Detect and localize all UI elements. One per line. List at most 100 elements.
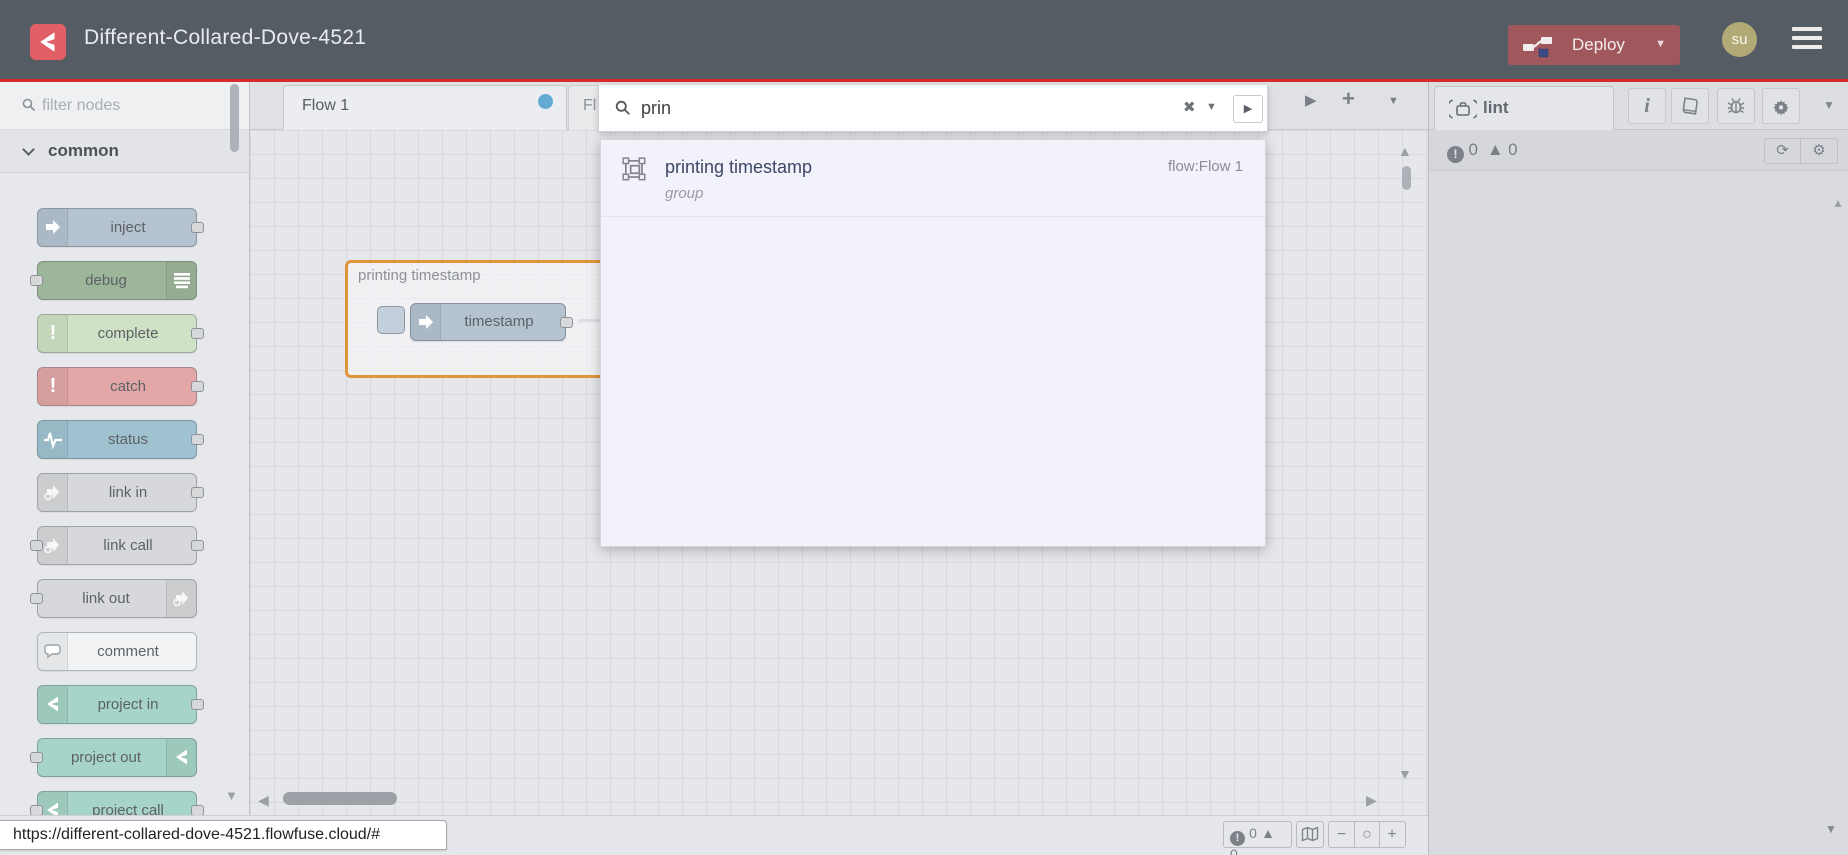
sidebar-tab-bar: lint i ▼	[1429, 82, 1848, 130]
flowfuse-logo-icon	[166, 739, 196, 776]
palette-category-common[interactable]: common	[0, 131, 249, 173]
palette-filter	[0, 82, 249, 130]
clear-search-icon[interactable]: ✖	[1183, 98, 1196, 116]
palette-scroll-down-icon[interactable]: ▼	[225, 788, 238, 803]
warning-icon: ▲	[1486, 140, 1504, 159]
palette-node-link-call[interactable]: link call	[30, 526, 204, 565]
sidebar-tab-help[interactable]	[1671, 88, 1709, 124]
palette-node-label: link call	[103, 537, 153, 554]
node-port-left	[30, 752, 43, 763]
user-avatar[interactable]: su	[1722, 22, 1757, 57]
flowfuse-logo-icon[interactable]	[30, 24, 66, 60]
node-port-right	[191, 328, 204, 339]
palette-node-label: status	[107, 431, 149, 448]
zoom-controls: − ○ +	[1328, 821, 1406, 848]
inject-trigger-button[interactable]	[377, 306, 405, 334]
lint-toolbar: ! 0 ▲ 0 ⟳ ⚙	[1429, 131, 1848, 171]
palette-scrollbar-thumb[interactable]	[230, 84, 239, 152]
palette-node-link-out[interactable]: link out	[30, 579, 197, 618]
canvas-vscrollbar-thumb[interactable]	[1402, 166, 1411, 190]
inject-arrow-icon	[38, 209, 68, 246]
navigator-toggle[interactable]	[1296, 821, 1324, 848]
sidebar: lint i ▼ ! 0 ▲ 0 ⟳ ⚙ ▲ ▼	[1429, 82, 1848, 855]
tab-flow-1-label: Flow 1	[302, 97, 350, 114]
deploy-button[interactable]: Deploy ▼	[1508, 25, 1680, 65]
node-port-output[interactable]	[560, 317, 573, 328]
canvas-hscrollbar-thumb[interactable]	[283, 792, 397, 805]
tab-scroll-right-icon[interactable]: ▶	[1305, 91, 1317, 109]
canvas-scroll-left-icon[interactable]: ◀	[258, 792, 269, 809]
result-title: printing timestamp	[665, 157, 813, 177]
palette-node-debug[interactable]: debug	[30, 261, 197, 300]
palette-node-complete[interactable]: ! complete	[37, 314, 204, 353]
palette-node-label: complete	[97, 325, 159, 342]
palette-node-label: link in	[108, 484, 148, 501]
status-url: https://different-collared-dove-4521.flo…	[13, 826, 381, 843]
canvas-scroll-up-icon[interactable]: ▲	[1398, 143, 1412, 159]
search-result-row[interactable]: printing timestamp group flow:Flow 1	[601, 140, 1265, 217]
sidebar-tab-info[interactable]: i	[1628, 88, 1666, 124]
main-menu-icon[interactable]	[1792, 27, 1822, 53]
canvas-node-inject-timestamp[interactable]: timestamp	[410, 303, 573, 341]
palette-divider[interactable]	[249, 82, 250, 815]
unsaved-changes-dot	[538, 94, 553, 109]
palette-node-project-out[interactable]: project out	[30, 738, 197, 777]
palette-node-inject[interactable]: inject	[37, 208, 204, 247]
sidebar-tabs-caret-icon[interactable]: ▼	[1823, 98, 1835, 112]
sidebar-tab-debug[interactable]	[1717, 88, 1755, 124]
node-port-left	[30, 540, 43, 551]
link-arrow-icon	[166, 580, 196, 617]
warning-icon: ▲	[1261, 825, 1275, 841]
browser-status-tooltip: https://different-collared-dove-4521.flo…	[0, 820, 447, 850]
sidebar-scroll-up-icon[interactable]: ▲	[1832, 196, 1844, 210]
palette-node-status[interactable]: status	[37, 420, 204, 459]
lint-counts: ! 0 ▲ 0	[1447, 140, 1518, 163]
sidebar-tab-lint[interactable]: lint	[1434, 86, 1614, 130]
palette-node-project-in[interactable]: project in	[37, 685, 204, 724]
search-expand-button[interactable]: ▶	[1233, 95, 1263, 123]
comment-bubble-icon	[38, 633, 68, 670]
node-port-right	[191, 540, 204, 551]
tab-flow-1[interactable]: Flow 1	[283, 85, 567, 130]
footer-notification-counts[interactable]: ! 0 ▲ 0	[1223, 821, 1292, 855]
info-icon: i	[1644, 95, 1650, 117]
deploy-caret-icon[interactable]: ▼	[1655, 38, 1666, 50]
exclamation-icon: !	[38, 315, 68, 352]
palette-node-catch[interactable]: ! catch	[37, 367, 204, 406]
flow-list-caret-icon[interactable]: ▼	[1388, 95, 1399, 107]
zoom-in-icon[interactable]: +	[1379, 822, 1404, 847]
header-underline	[0, 79, 1848, 82]
node-port-right	[191, 222, 204, 233]
canvas-scroll-down-icon[interactable]: ▼	[1398, 766, 1412, 782]
refresh-icon[interactable]: ⟳	[1765, 139, 1801, 163]
search-results-panel: printing timestamp group flow:Flow 1	[600, 139, 1266, 547]
palette: common inject debug! complete ! catch status l…	[0, 82, 249, 830]
lint-settings-gear-icon[interactable]: ⚙	[1801, 139, 1837, 163]
lint-tab-label: lint	[1483, 98, 1509, 117]
node-port-right	[191, 381, 204, 392]
add-flow-icon[interactable]: +	[1342, 86, 1355, 112]
result-location: flow:Flow 1	[1167, 158, 1243, 175]
tab-flow-2-label: Fl	[583, 97, 597, 114]
zoom-reset-icon[interactable]: ○	[1354, 822, 1379, 847]
palette-node-link-in[interactable]: link in	[37, 473, 204, 512]
instance-title: Different-Collared-Dove-4521	[84, 26, 367, 49]
gear-icon	[1773, 100, 1789, 116]
canvas-scroll-right-icon[interactable]: ▶	[1366, 792, 1377, 809]
palette-node-comment[interactable]: comment	[37, 632, 197, 671]
debug-list-icon	[166, 262, 196, 299]
pulse-icon	[38, 421, 68, 458]
error-count-icon: !	[1230, 831, 1245, 846]
sidebar-footer-caret-icon[interactable]: ▼	[1825, 822, 1837, 836]
lint-warning-count: 0	[1508, 140, 1518, 159]
zoom-out-icon[interactable]: −	[1329, 822, 1354, 847]
palette-node-label: project in	[97, 696, 159, 713]
inject-arrow-icon	[411, 304, 441, 340]
sidebar-tab-config[interactable]	[1762, 88, 1800, 124]
filter-nodes-input[interactable]	[40, 92, 230, 120]
search-options-caret-icon[interactable]: ▼	[1206, 101, 1217, 113]
deploy-label: Deploy	[1572, 35, 1625, 54]
footer-error-count: 0	[1249, 825, 1257, 841]
sidebar-divider[interactable]	[1428, 82, 1429, 855]
search-input[interactable]	[639, 93, 1179, 123]
